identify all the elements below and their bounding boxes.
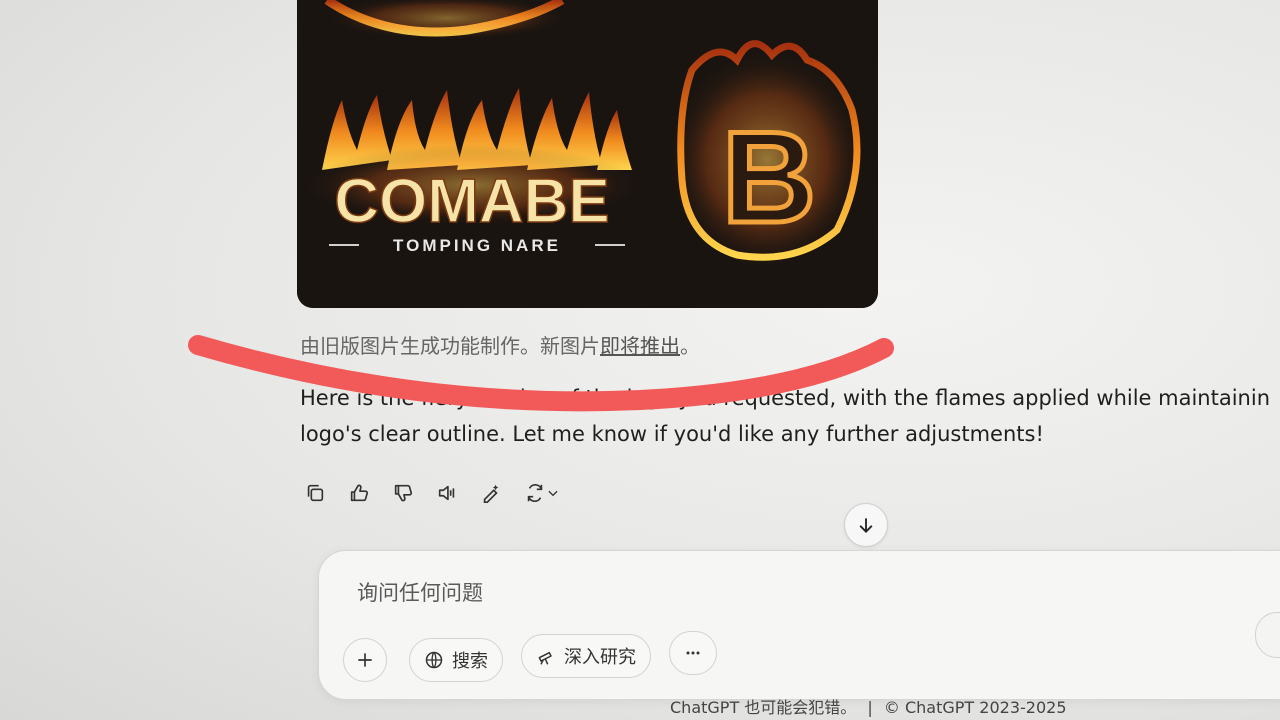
- search-button[interactable]: 搜索: [409, 638, 503, 682]
- reply-line-1: Here is the fiery version of the logo yo…: [300, 386, 1271, 410]
- prompt-input[interactable]: 询问任何问题: [357, 577, 483, 607]
- arrow-down-icon: [859, 518, 873, 533]
- good-response-button[interactable]: [344, 478, 374, 508]
- edit-icon: [483, 484, 499, 503]
- regenerate-button[interactable]: [520, 478, 564, 508]
- more-dots-icon: [686, 651, 700, 655]
- copy-button[interactable]: [300, 478, 330, 508]
- logo-wordmark: COMABE: [334, 167, 610, 236]
- deep-research-label: 深入研究: [564, 647, 636, 668]
- telescope-icon: [538, 651, 552, 665]
- coming-soon-link[interactable]: 即将推出: [600, 334, 680, 358]
- image-caption: 由旧版图片生成功能制作。新图片即将推出。: [300, 330, 700, 359]
- disclaimer-text: ChatGPT 也可能会犯错。: [670, 698, 857, 717]
- caption-text: 由旧版图片生成功能制作。新图片: [300, 334, 600, 358]
- read-aloud-icon: [438, 485, 455, 501]
- footer-disclaimer: ChatGPT 也可能会犯错。 | © ChatGPT 2023-2025: [670, 694, 1067, 718]
- logo-subtitle: TOMPING NARE: [393, 236, 561, 255]
- assistant-reply: Here is the fiery version of the logo yo…: [300, 380, 1280, 452]
- deep-research-button[interactable]: 深入研究: [521, 634, 651, 678]
- caption-end: 。: [680, 334, 700, 358]
- more-tools-button[interactable]: [669, 631, 717, 675]
- search-label: 搜索: [452, 651, 488, 672]
- generated-image[interactable]: COMABE TOMPING NARE B: [297, 0, 878, 308]
- globe-icon: [425, 651, 443, 669]
- footer-separator: |: [867, 698, 873, 717]
- chevron-down-icon: [548, 490, 558, 497]
- logo-monogram: B: [722, 104, 816, 250]
- copyright-icon: ©: [883, 698, 900, 717]
- edit-image-button[interactable]: [476, 478, 506, 508]
- bad-response-button[interactable]: [388, 478, 418, 508]
- read-aloud-button[interactable]: [432, 478, 462, 508]
- copyright-text: ChatGPT 2023-2025: [904, 698, 1067, 717]
- copy-icon: [307, 484, 324, 502]
- message-composer: 询问任何问题 搜索 深入研究: [318, 550, 1280, 700]
- thumbs-down-icon: [394, 484, 413, 502]
- scroll-to-bottom-button[interactable]: [844, 503, 888, 547]
- attach-button[interactable]: [343, 638, 387, 682]
- plus-icon: [358, 653, 372, 667]
- thumbs-up-icon: [350, 484, 369, 502]
- flaming-logo-artwork: COMABE TOMPING NARE B: [297, 0, 878, 308]
- reply-line-2: logo's clear outline. Let me know if you…: [300, 422, 1044, 446]
- message-actions: [300, 478, 564, 508]
- regenerate-icon: [527, 483, 543, 503]
